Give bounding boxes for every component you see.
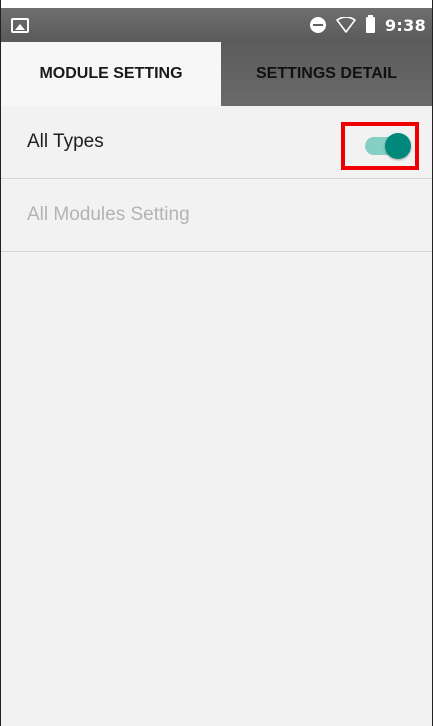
battery-icon xyxy=(366,15,375,33)
top-strip xyxy=(1,0,432,8)
image-icon xyxy=(11,17,29,33)
tab-module-setting[interactable]: MODULE SETTING xyxy=(1,42,221,106)
wifi-icon xyxy=(336,17,356,33)
do-not-disturb-icon xyxy=(310,17,326,33)
settings-list: All Types All Modules Setting xyxy=(1,106,432,252)
status-time: 9:38 xyxy=(385,15,426,35)
status-right: 9:38 xyxy=(310,15,426,35)
toggle-thumb xyxy=(385,133,411,159)
list-item-all-modules-setting: All Modules Setting xyxy=(1,179,432,252)
list-item-all-types[interactable]: All Types xyxy=(1,106,432,179)
tab-bar: MODULE SETTING SETTINGS DETAIL xyxy=(1,42,432,106)
all-types-toggle[interactable] xyxy=(365,133,411,159)
all-modules-setting-label: All Modules Setting xyxy=(27,204,190,225)
tab-settings-detail[interactable]: SETTINGS DETAIL xyxy=(221,42,432,106)
status-left xyxy=(11,17,29,33)
all-types-label: All Types xyxy=(27,131,104,152)
status-bar: 9:38 xyxy=(1,8,432,42)
app-screen: 9:38 MODULE SETTING SETTINGS DETAIL All … xyxy=(0,0,433,726)
